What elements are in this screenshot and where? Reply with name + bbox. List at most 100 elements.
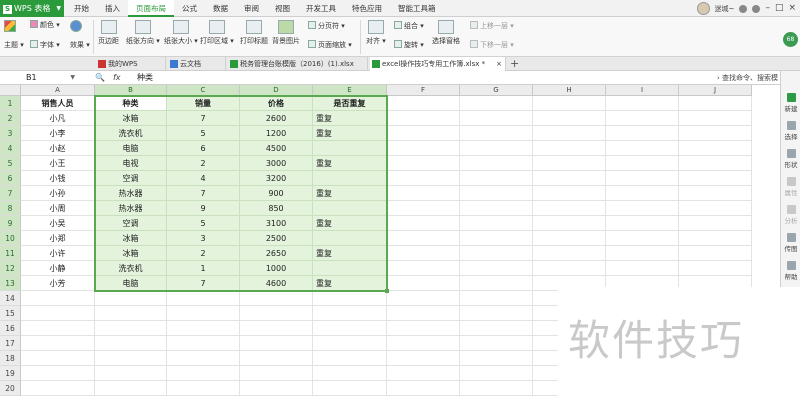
- table-cell[interactable]: 5: [167, 126, 240, 141]
- table-cell[interactable]: 洗衣机: [95, 126, 167, 141]
- table-cell[interactable]: [387, 366, 460, 381]
- formula-input[interactable]: 种类: [137, 71, 153, 85]
- table-cell[interactable]: 9: [167, 201, 240, 216]
- skin-icon[interactable]: [739, 4, 748, 13]
- side-panel-analysis[interactable]: 分析: [781, 205, 800, 225]
- table-cell[interactable]: [240, 366, 313, 381]
- bring-forward-button[interactable]: 上移一层 ▾: [470, 21, 514, 31]
- table-cell[interactable]: 小赵: [21, 141, 95, 156]
- table-cell[interactable]: [460, 246, 533, 261]
- table-cell[interactable]: 3: [167, 231, 240, 246]
- table-cell[interactable]: 2: [167, 156, 240, 171]
- table-cell[interactable]: [679, 261, 752, 276]
- table-cell[interactable]: 小芳: [21, 276, 95, 291]
- table-cell[interactable]: [460, 351, 533, 366]
- table-cell[interactable]: [240, 321, 313, 336]
- table-cell[interactable]: [387, 216, 460, 231]
- colors-button[interactable]: 颜色 ▾: [30, 20, 60, 30]
- fill-handle[interactable]: [385, 289, 389, 293]
- table-cell[interactable]: 电脑: [95, 276, 167, 291]
- side-panel-properties[interactable]: 属性: [781, 177, 800, 197]
- table-cell[interactable]: [679, 141, 752, 156]
- table-cell[interactable]: [387, 351, 460, 366]
- row-header[interactable]: 4: [0, 141, 21, 156]
- column-header-c[interactable]: C: [167, 85, 240, 96]
- table-cell[interactable]: [460, 306, 533, 321]
- table-cell[interactable]: [387, 171, 460, 186]
- selection-pane-button[interactable]: 选择窗格: [432, 20, 460, 46]
- tab-cloud-docs[interactable]: 云文档: [168, 57, 226, 71]
- table-cell[interactable]: 小吴: [21, 216, 95, 231]
- header-cell[interactable]: 价格: [240, 96, 313, 111]
- table-cell[interactable]: [240, 336, 313, 351]
- table-cell[interactable]: [21, 306, 95, 321]
- close-tab-icon[interactable]: ×: [496, 57, 502, 71]
- table-cell[interactable]: [167, 306, 240, 321]
- table-cell[interactable]: [313, 291, 387, 306]
- table-cell[interactable]: [533, 216, 606, 231]
- table-cell[interactable]: [167, 381, 240, 396]
- align-button[interactable]: 对齐 ▾: [366, 20, 386, 46]
- command-search[interactable]: › 查找命令、搜索模: [717, 71, 778, 85]
- maximize-icon[interactable]: □: [775, 4, 784, 13]
- table-cell[interactable]: [460, 96, 533, 111]
- effects-button[interactable]: 效果 ▾: [70, 40, 90, 50]
- table-cell[interactable]: [460, 366, 533, 381]
- row-header[interactable]: 20: [0, 381, 21, 396]
- table-cell[interactable]: 空调: [95, 171, 167, 186]
- table-cell[interactable]: 3200: [240, 171, 313, 186]
- table-cell[interactable]: 1000: [240, 261, 313, 276]
- table-cell[interactable]: [533, 171, 606, 186]
- row-header[interactable]: 18: [0, 351, 21, 366]
- zoom-icon[interactable]: 🔍: [95, 73, 105, 82]
- table-cell[interactable]: [533, 231, 606, 246]
- table-cell[interactable]: [387, 381, 460, 396]
- table-cell[interactable]: [533, 156, 606, 171]
- table-cell[interactable]: 热水器: [95, 201, 167, 216]
- group-button[interactable]: 组合 ▾: [394, 21, 424, 31]
- table-cell[interactable]: [533, 111, 606, 126]
- table-cell[interactable]: 7: [167, 276, 240, 291]
- table-cell[interactable]: [460, 261, 533, 276]
- table-cell[interactable]: [606, 96, 679, 111]
- table-cell[interactable]: 冰箱: [95, 111, 167, 126]
- table-cell[interactable]: [313, 201, 387, 216]
- menu-item[interactable]: 页面布局: [128, 0, 174, 17]
- table-cell[interactable]: 4: [167, 171, 240, 186]
- row-header[interactable]: 11: [0, 246, 21, 261]
- column-header-a[interactable]: A: [21, 85, 95, 96]
- table-cell[interactable]: [167, 336, 240, 351]
- table-cell[interactable]: [533, 96, 606, 111]
- table-cell[interactable]: 小静: [21, 261, 95, 276]
- table-cell[interactable]: 5: [167, 216, 240, 231]
- table-cell[interactable]: [533, 246, 606, 261]
- help-icon[interactable]: [752, 4, 761, 13]
- table-cell[interactable]: [387, 96, 460, 111]
- table-cell[interactable]: [679, 126, 752, 141]
- table-cell[interactable]: [679, 246, 752, 261]
- table-cell[interactable]: [387, 321, 460, 336]
- table-cell[interactable]: [240, 306, 313, 321]
- table-cell[interactable]: [387, 111, 460, 126]
- table-cell[interactable]: [606, 186, 679, 201]
- table-cell[interactable]: 电视: [95, 156, 167, 171]
- app-menu-button[interactable]: S WPS 表格 ▼: [0, 0, 64, 17]
- table-cell[interactable]: [606, 156, 679, 171]
- table-cell[interactable]: 6: [167, 141, 240, 156]
- table-cell[interactable]: 小许: [21, 246, 95, 261]
- table-cell[interactable]: [21, 321, 95, 336]
- table-cell[interactable]: [460, 126, 533, 141]
- table-cell[interactable]: 冰箱: [95, 231, 167, 246]
- table-cell[interactable]: [313, 366, 387, 381]
- ribbon-badge[interactable]: 68: [783, 32, 798, 47]
- row-header[interactable]: 15: [0, 306, 21, 321]
- row-header[interactable]: 16: [0, 321, 21, 336]
- table-cell[interactable]: [95, 351, 167, 366]
- table-cell[interactable]: [606, 141, 679, 156]
- column-header-b[interactable]: B: [95, 85, 167, 96]
- orientation-button[interactable]: 纸张方向 ▾: [126, 20, 160, 46]
- table-cell[interactable]: [240, 381, 313, 396]
- table-cell[interactable]: [21, 336, 95, 351]
- margins-button[interactable]: 页边距: [98, 20, 119, 46]
- table-cell[interactable]: [533, 201, 606, 216]
